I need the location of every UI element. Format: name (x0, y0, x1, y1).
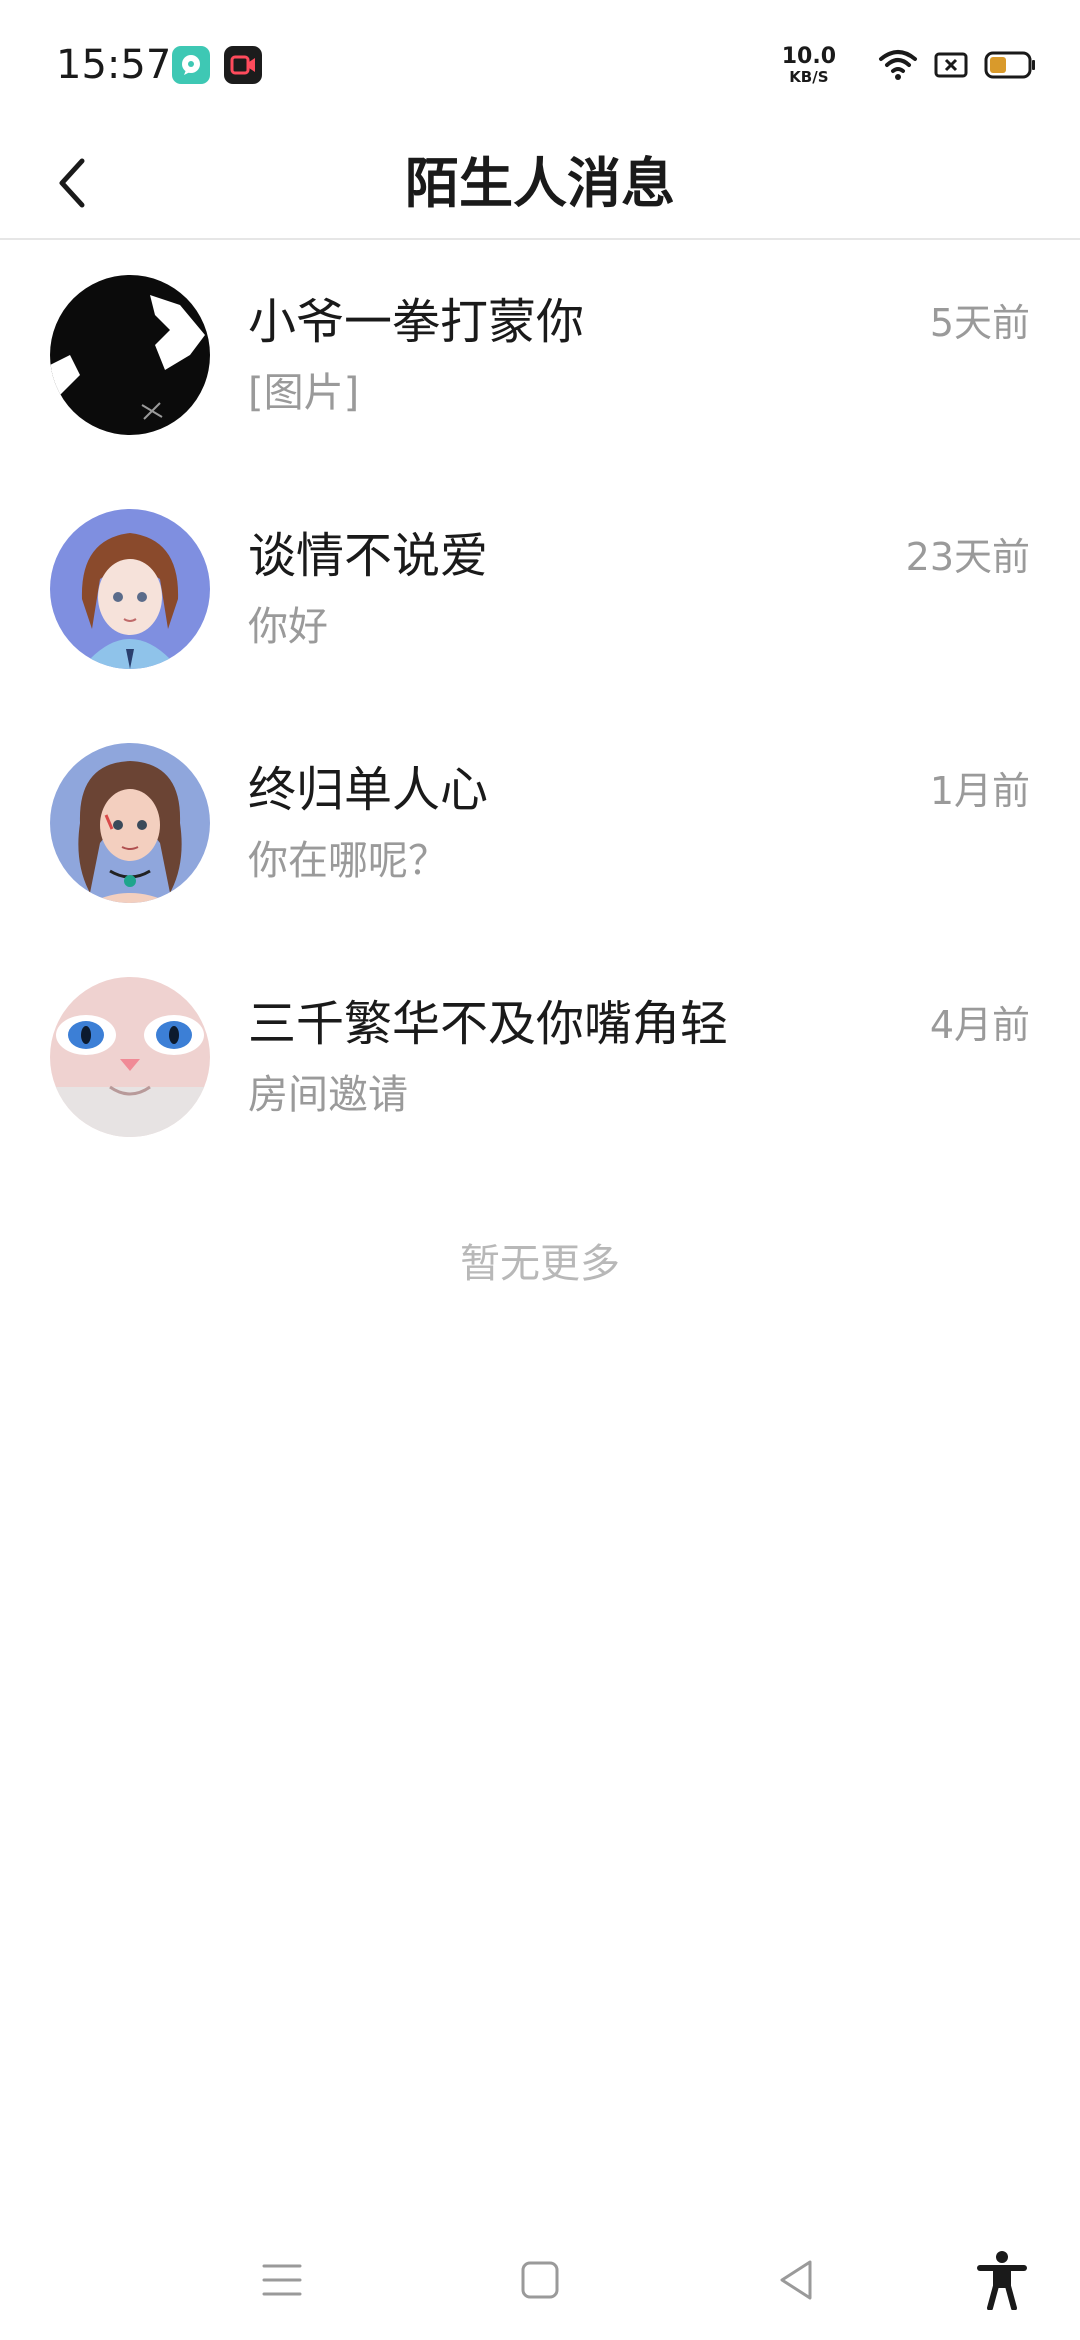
avatar[interactable] (50, 275, 210, 435)
message-sender-name: 小爷一拳打蒙你 (248, 294, 585, 350)
message-sender-name: 谈情不说爱 (248, 528, 489, 584)
navigation-bar (0, 2220, 1080, 2340)
network-speed: 10.0 KB/S (781, 43, 836, 86)
status-bar: 15:57 10.0 KB/S (0, 0, 1080, 130)
battery-icon (984, 51, 1035, 79)
message-row[interactable]: 小爷一拳打蒙你 [图片] 5天前 (0, 240, 1080, 474)
message-row[interactable]: 谈情不说爱 你好 23天前 (0, 474, 1080, 708)
network-speed-value: 10.0 (781, 43, 836, 69)
accessibility-button[interactable] (962, 2240, 1042, 2320)
chat-app-icon (172, 46, 210, 84)
chevron-left-icon (59, 158, 85, 208)
wifi-icon (879, 50, 917, 80)
screen: 15:57 10.0 KB/S 陌生人消息 小爷一拳打蒙你 [图片] 5天前 谈… (0, 0, 1080, 2340)
avatar[interactable] (50, 977, 210, 1137)
network-speed-unit: KB/S (789, 67, 829, 86)
status-time: 15:57 (56, 42, 172, 88)
back-button[interactable] (40, 146, 104, 220)
no-sim-icon (934, 52, 968, 78)
status-icons: 10.0 KB/S (782, 40, 1036, 90)
message-preview: 你在哪呢？ (248, 838, 448, 884)
home-icon (521, 2261, 559, 2299)
message-list: 小爷一拳打蒙你 [图片] 5天前 谈情不说爱 你好 23天前 终归单人心 你在哪… (0, 240, 1080, 1176)
message-sender-name: 三千繁华不及你嘴角轻 (248, 996, 729, 1052)
message-row[interactable]: 终归单人心 你在哪呢？ 1月前 (0, 708, 1080, 942)
system-back-button[interactable] (756, 2240, 836, 2320)
menu-icon (262, 2264, 302, 2296)
message-preview: [图片] (248, 370, 360, 416)
avatar[interactable] (50, 509, 210, 669)
home-button[interactable] (500, 2240, 580, 2320)
avatar[interactable] (50, 743, 210, 903)
back-triangle-icon (780, 2260, 812, 2300)
message-time: 23天前 (905, 535, 1030, 579)
message-time: 5天前 (929, 301, 1030, 345)
accessibility-icon (977, 2251, 1027, 2310)
message-preview: 房间邀请 (248, 1072, 408, 1118)
message-time: 4月前 (929, 1003, 1030, 1047)
page-title: 陌生人消息 (405, 152, 675, 215)
message-time: 1月前 (929, 769, 1030, 813)
message-sender-name: 终归单人心 (248, 762, 489, 818)
header: 陌生人消息 (0, 130, 1080, 240)
message-row[interactable]: 三千繁华不及你嘴角轻 房间邀请 4月前 (0, 942, 1080, 1176)
message-preview: 你好 (248, 604, 328, 650)
menu-button[interactable] (242, 2240, 322, 2320)
no-more-label: 暂无更多 (460, 1241, 620, 1287)
screen-recorder-icon (224, 46, 262, 84)
